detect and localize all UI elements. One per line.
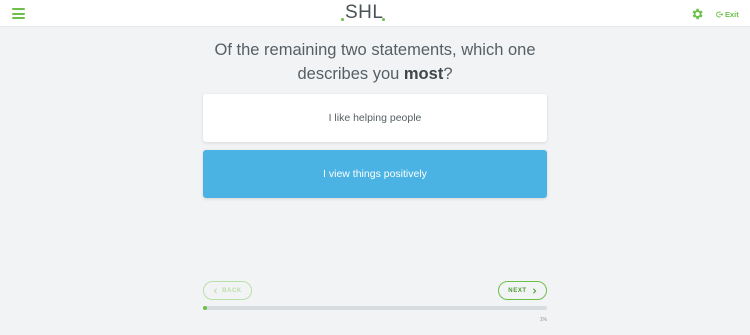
question-line-2: describes you most? [175,62,575,86]
progress-bar-fill [203,306,208,310]
exit-button[interactable]: Exit [716,8,739,20]
answer-option-2-selected[interactable]: I view things positively [203,150,547,198]
question-line-1: Of the remaining two statements, which o… [214,41,536,59]
question-emphasis: most [403,65,444,83]
hamburger-icon-bar [12,17,25,19]
hamburger-icon-bar [12,8,25,10]
next-label: NEXT [508,287,527,294]
exit-label: Exit [725,9,739,19]
progress-percent-label: 1% [539,317,547,323]
top-bar: SHL Exit [0,0,750,27]
question-text: Of the remaining two statements, which o… [175,38,575,86]
back-button[interactable]: BACK [203,281,252,300]
progress-bar [203,306,547,310]
hamburger-menu-button[interactable] [12,8,25,19]
back-label: BACK [222,287,242,294]
answer-option-1-label: I like helping people [328,112,422,124]
logo-dot-left [341,18,344,21]
gear-icon [692,8,703,20]
exit-icon [716,11,723,17]
settings-button[interactable] [690,7,704,21]
shl-logo: SHL [340,3,390,25]
question-line-2-prefix: describes you [297,65,404,83]
answer-option-2-label: I view things positively [323,168,427,180]
hamburger-icon-bar [12,12,25,15]
chevron-left-icon [213,287,218,294]
answer-option-1[interactable]: I like helping people [203,94,547,142]
question-line-2-suffix: ? [443,65,453,83]
logo-text: SHL [345,2,384,23]
chevron-right-icon [532,287,537,294]
next-button[interactable]: NEXT [498,281,547,300]
logo-dot-right [382,18,385,21]
